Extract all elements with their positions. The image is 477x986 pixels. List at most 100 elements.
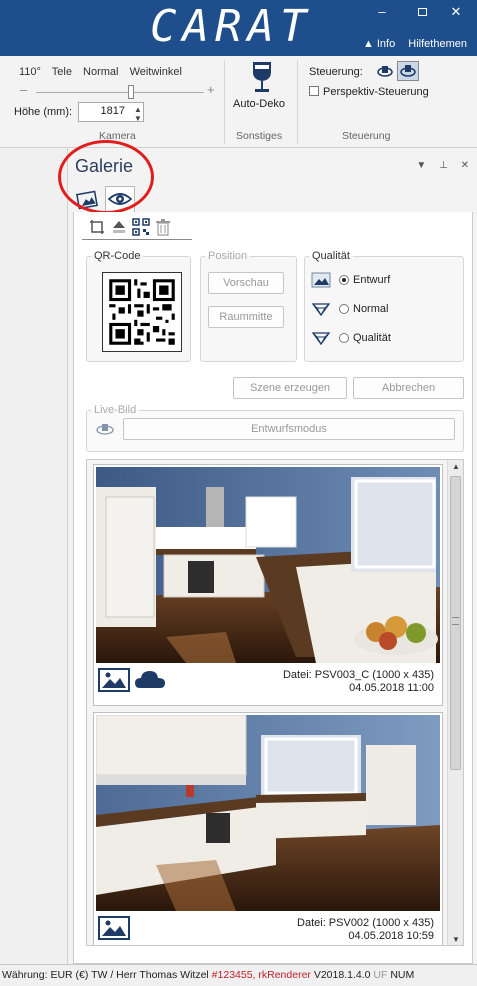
height-spinner-icon[interactable]: ▲ ▼ (134, 105, 142, 123)
zoom-plus[interactable]: + (207, 82, 215, 97)
image-list-scrollbar[interactable]: ▲ ▼ (447, 460, 463, 945)
preset-weitwinkel[interactable]: Weitwinkel (130, 66, 182, 78)
file-date: 04.05.2018 11:00 (349, 682, 434, 694)
draft-mode-button[interactable]: Entwurfsmodus (123, 418, 455, 440)
ribbon-separator (224, 60, 225, 144)
quality-group: Qualität Entwurf Normal Qualität (304, 250, 464, 362)
title-bar: CARAT – ✕ ▲ Info Hilfethemen (0, 0, 477, 56)
card-footer: Datei: PSV003_C (1000 x 435) 04.05.2018 … (96, 663, 440, 701)
diamond-icon (311, 332, 331, 346)
live-image-group: Live-Bild Entwurfsmodus (86, 404, 464, 452)
file-name: Datei: PSV003_C (1000 x 435) (282, 669, 434, 681)
position-group: Position Vorschau Raummitte (200, 250, 297, 362)
zoom-slider-thumb[interactable] (128, 85, 134, 99)
app-logo: CARAT (150, 1, 313, 52)
file-date: 04.05.2018 10:59 (348, 930, 434, 942)
scroll-up-icon[interactable]: ▲ (448, 460, 463, 474)
radio-qualitaet[interactable] (339, 333, 349, 343)
crop-icon[interactable] (88, 218, 106, 236)
qr-code-image[interactable] (102, 272, 182, 352)
toolbar-underline (82, 239, 192, 240)
panel-pin-icon[interactable]: ⊥ (439, 160, 448, 171)
kitchen-render-image[interactable] (96, 467, 440, 663)
status-license: #123455, rkRenderer (211, 969, 311, 981)
highlight-circle (58, 140, 154, 214)
quality-legend: Qualität (312, 250, 350, 262)
left-pane (0, 148, 68, 964)
quality-option-qualitaet[interactable]: Qualität (311, 330, 403, 348)
gallery-panel: Galerie ▼ ⊥ ✕ QR-Code Position Vorschau … (58, 140, 477, 964)
live-image-legend: Live-Bild (94, 404, 137, 416)
card-footer: Datei: PSV002 (1000 x 435) 04.05.2018 10… (96, 911, 440, 945)
file-name: Datei: PSV002 (1000 x 435) (297, 917, 434, 929)
status-bar: Währung: EUR (€) TW / Herr Thomas Witzel… (0, 964, 477, 986)
status-currency: Währung: EUR (€) (2, 969, 89, 981)
help-link[interactable]: Hilfethemen (408, 38, 467, 50)
sonstiges-group-label: Sonstiges (236, 130, 283, 142)
minimize-button[interactable]: – (368, 3, 396, 21)
quality-label-entwurf: Entwurf (353, 274, 391, 286)
scroll-grip (452, 617, 459, 625)
quality-option-entwurf[interactable]: Entwurf (311, 272, 403, 290)
quality-option-normal[interactable]: Normal (311, 301, 403, 319)
orbit-view-icon (400, 65, 416, 77)
perspektiv-checkbox[interactable]: Perspektiv-Steuerung (309, 86, 429, 98)
image-icon[interactable] (98, 916, 130, 940)
wine-glass-icon[interactable] (247, 60, 277, 94)
qr-code-group: QR-Code (86, 250, 191, 362)
preset-110[interactable]: 110° (19, 66, 41, 78)
preset-normal[interactable]: Normal (83, 66, 118, 78)
quality-label-normal: Normal (353, 303, 389, 315)
status-user: TW / Herr Thomas Witzel (91, 969, 209, 981)
status-uf: UF (373, 969, 388, 981)
cancel-button[interactable]: Abbrechen (353, 377, 464, 399)
status-version: V2018.1.4.0 (313, 969, 371, 981)
info-link[interactable]: ▲ Info (363, 38, 395, 50)
qr-code-legend: QR-Code (94, 250, 141, 262)
upload-icon[interactable] (110, 218, 128, 236)
rotate-view-icon[interactable] (376, 63, 394, 79)
checkbox-box[interactable] (309, 86, 319, 96)
title-links: ▲ Info Hilfethemen (353, 38, 467, 50)
height-label: Höhe (mm): (14, 106, 73, 118)
ribbon-separator (297, 60, 298, 144)
live-camera-icon[interactable] (95, 421, 115, 437)
scroll-down-icon[interactable]: ▼ (448, 933, 463, 945)
quality-label-qualitaet: Qualität (353, 332, 391, 344)
preset-tele[interactable]: Tele (52, 66, 72, 78)
panel-controls: ▼ ⊥ ✕ (406, 160, 469, 171)
cloud-icon[interactable] (134, 668, 166, 692)
perspektiv-label: Perspektiv-Steuerung (323, 86, 429, 98)
camera-presets: 110° Tele Normal Weitwinkel (19, 66, 190, 78)
trash-icon[interactable] (154, 218, 172, 236)
gallery-content: QR-Code Position Vorschau Raummitte Qual… (73, 212, 473, 964)
maximize-icon (417, 8, 427, 16)
list-item[interactable]: Datei: PSV002 (1000 x 435) 04.05.2018 10… (93, 712, 443, 945)
ribbon: 110° Tele Normal Weitwinkel – + Höhe (mm… (0, 56, 477, 148)
steuerung-group-label: Steuerung (342, 130, 391, 142)
zoom-slider-track[interactable] (36, 92, 204, 93)
orbit-view-button[interactable] (397, 61, 419, 81)
radio-entwurf[interactable] (339, 275, 349, 285)
status-num: NUM (390, 969, 415, 981)
scroll-thumb[interactable] (450, 476, 461, 770)
zoom-minus[interactable]: – (20, 82, 27, 97)
list-item[interactable]: Datei: PSV003_C (1000 x 435) 04.05.2018 … (93, 464, 443, 706)
steuerung-label: Steuerung: (309, 66, 363, 78)
preview-button[interactable]: Vorschau (208, 272, 284, 294)
qr-code-icon[interactable] (132, 218, 150, 236)
close-window-button[interactable]: ✕ (442, 3, 470, 21)
radio-normal[interactable] (339, 304, 349, 314)
image-draft-icon (311, 272, 331, 288)
kitchen-render-image[interactable] (96, 715, 440, 911)
room-center-button[interactable]: Raummitte (208, 306, 284, 328)
maximize-button[interactable] (408, 3, 436, 21)
image-icon[interactable] (98, 668, 130, 692)
panel-close-icon[interactable]: ✕ (461, 160, 469, 171)
panel-dropdown-icon[interactable]: ▼ (416, 160, 426, 171)
position-legend: Position (208, 250, 248, 262)
autodeko-button[interactable]: Auto-Deko (233, 98, 285, 110)
create-scene-button[interactable]: Szene erzeugen (233, 377, 347, 399)
diamond-icon (311, 303, 331, 317)
image-list: Datei: PSV003_C (1000 x 435) 04.05.2018 … (86, 459, 464, 946)
